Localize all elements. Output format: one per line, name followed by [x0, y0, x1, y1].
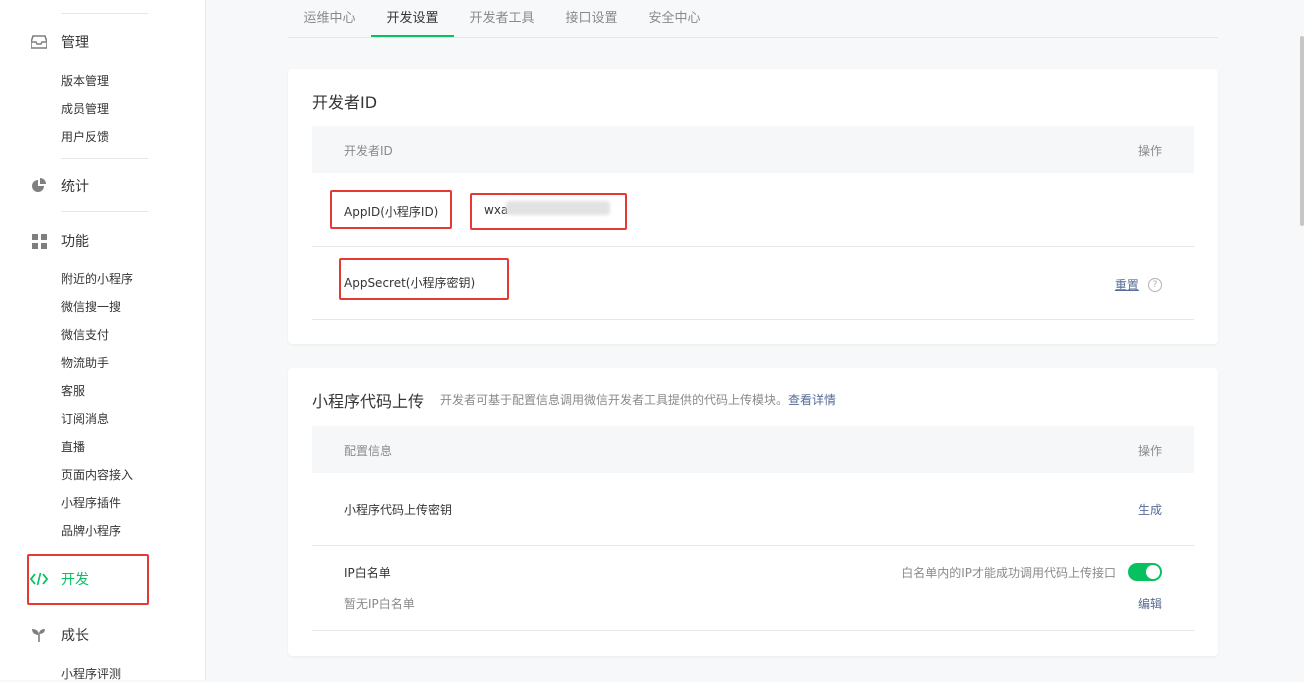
sidebar-group-manage[interactable]: 管理: [30, 31, 89, 53]
table-row-upload-key: 小程序代码上传密钥 生成: [312, 473, 1194, 546]
column-header: 开发者ID: [344, 144, 393, 158]
sidebar-item-search[interactable]: 微信搜一搜: [61, 299, 121, 315]
reset-action: 重置 ?: [1115, 274, 1162, 293]
scrollbar[interactable]: [1300, 36, 1304, 226]
tab-security[interactable]: 安全中心: [633, 0, 716, 36]
tab-dev-tools[interactable]: 开发者工具: [454, 0, 550, 36]
code-icon: [30, 570, 48, 588]
card-title: 小程序代码上传: [312, 392, 425, 411]
toggle-knob: [1146, 565, 1160, 579]
pie-chart-icon: [30, 177, 48, 195]
sidebar-item-pay[interactable]: 微信支付: [61, 327, 109, 343]
tab-ops[interactable]: 运维中心: [288, 0, 371, 36]
sidebar-item-plugins[interactable]: 小程序插件: [61, 495, 121, 511]
sidebar-group-growth[interactable]: 成长: [30, 624, 89, 646]
edit-link[interactable]: 编辑: [1138, 595, 1162, 612]
ip-whitelist-empty: 暂无IP白名单: [344, 597, 415, 611]
ip-whitelist-toggle[interactable]: [1128, 563, 1162, 581]
sidebar-item-page-content[interactable]: 页面内容接入: [61, 467, 133, 483]
inbox-icon: [30, 33, 48, 51]
grid-icon: [30, 232, 48, 250]
divider: [61, 158, 148, 159]
tab-api-settings[interactable]: 接口设置: [550, 0, 633, 36]
sidebar-group-label: 功能: [61, 234, 89, 250]
sidebar-item-subscribe[interactable]: 订阅消息: [61, 411, 109, 427]
redacted-mask: [506, 201, 610, 215]
sidebar-item-members[interactable]: 成员管理: [61, 101, 109, 117]
appid-label: AppID(小程序ID): [344, 205, 439, 219]
divider: [61, 211, 148, 212]
sidebar-item-service[interactable]: 客服: [61, 383, 85, 399]
ip-whitelist-label: IP白名单: [344, 566, 391, 580]
column-header: 操作: [1137, 444, 1162, 458]
sidebar-group-stats[interactable]: 统计: [30, 175, 89, 197]
sidebar-group-features[interactable]: 功能: [30, 230, 89, 252]
card-title: 开发者ID: [312, 93, 378, 112]
table-row-appsecret: AppSecret(小程序密钥) 重置 ?: [312, 246, 1194, 320]
upload-key-label: 小程序代码上传密钥: [344, 503, 453, 517]
tab-dev-settings[interactable]: 开发设置: [371, 0, 454, 37]
table-header: 开发者ID 操作: [312, 126, 1194, 173]
sidebar-item-feedback[interactable]: 用户反馈: [61, 129, 109, 145]
card-description: 开发者可基于配置信息调用微信开发者工具提供的代码上传模块。查看详情: [440, 391, 836, 408]
sprout-icon: [30, 626, 48, 644]
sidebar-group-label: 开发: [61, 572, 89, 588]
sidebar: 管理 版本管理 成员管理 用户反馈 统计 功能 附近的小程序 微信搜一搜 微信支…: [0, 0, 206, 681]
table-row-ip-whitelist: IP白名单 暂无IP白名单 白名单内的IP才能成功调用代码上传接口 编辑: [312, 545, 1194, 631]
details-link[interactable]: 查看详情: [788, 393, 836, 407]
sidebar-group-label: 统计: [61, 179, 89, 195]
sidebar-item-live[interactable]: 直播: [61, 439, 85, 455]
sidebar-item-version[interactable]: 版本管理: [61, 73, 109, 89]
sidebar-item-logistics[interactable]: 物流助手: [61, 355, 109, 371]
appid-value[interactable]: wxa: [484, 203, 508, 217]
generate-link[interactable]: 生成: [1138, 501, 1162, 518]
ip-whitelist-hint: 白名单内的IP才能成功调用代码上传接口: [901, 566, 1116, 580]
sidebar-item-brand[interactable]: 品牌小程序: [61, 523, 121, 539]
sidebar-group-develop[interactable]: 开发: [30, 568, 89, 590]
help-icon[interactable]: ?: [1148, 277, 1162, 292]
tab-bar: 运维中心 开发设置 开发者工具 接口设置 安全中心: [288, 0, 1218, 38]
reset-link[interactable]: 重置: [1115, 278, 1139, 292]
description-text: 开发者可基于配置信息调用微信开发者工具提供的代码上传模块。: [440, 393, 789, 407]
appsecret-label: AppSecret(小程序密钥): [344, 276, 476, 290]
divider: [61, 13, 148, 14]
code-upload-card: 小程序代码上传 开发者可基于配置信息调用微信开发者工具提供的代码上传模块。查看详…: [288, 368, 1218, 656]
column-header: 操作: [1137, 144, 1162, 158]
developer-id-card: 开发者ID 开发者ID 操作 AppID(小程序ID) wxa AppSecre…: [288, 69, 1218, 344]
table-header: 配置信息 操作: [312, 426, 1194, 473]
sidebar-group-label: 管理: [61, 35, 89, 51]
sidebar-group-label: 成长: [61, 628, 89, 644]
column-header: 配置信息: [344, 444, 393, 458]
sidebar-item-nearby[interactable]: 附近的小程序: [61, 271, 133, 287]
table-row-appid: AppID(小程序ID) wxa: [312, 173, 1194, 247]
